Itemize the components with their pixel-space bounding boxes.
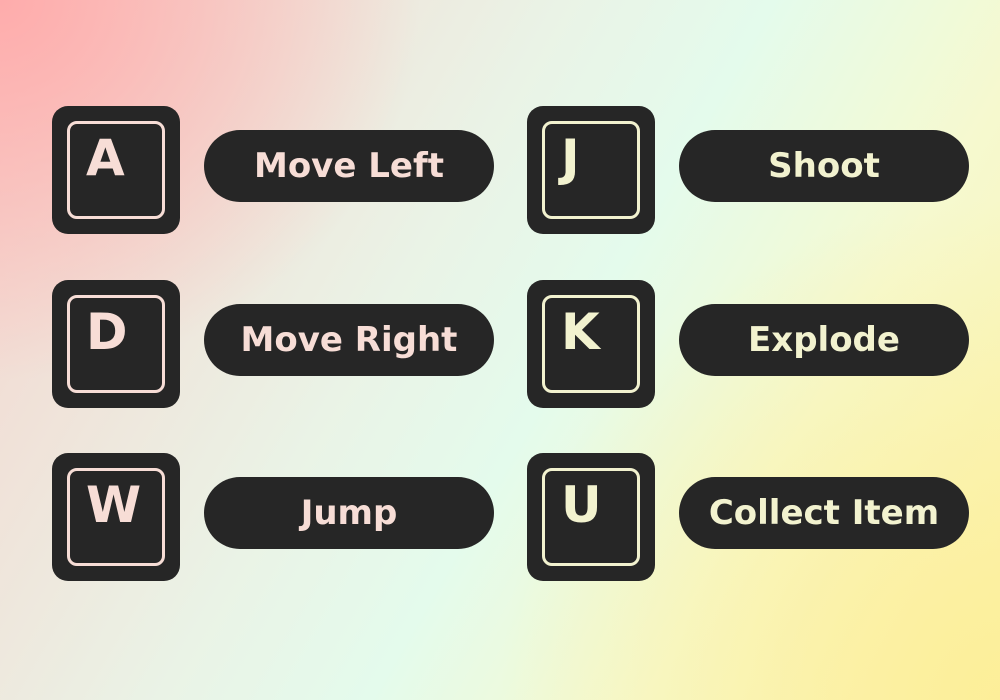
key-k: K	[527, 280, 655, 408]
key-j: J	[527, 106, 655, 234]
key-w: W	[52, 453, 180, 581]
key-letter: A	[86, 129, 125, 187]
action-label-move-left: Move Left	[204, 130, 494, 202]
key-border: D	[67, 295, 165, 393]
key-border: K	[542, 295, 640, 393]
key-u: U	[527, 453, 655, 581]
key-letter: K	[561, 303, 600, 361]
key-border: A	[67, 121, 165, 219]
action-label-explode: Explode	[679, 304, 969, 376]
key-border: J	[542, 121, 640, 219]
key-a: A	[52, 106, 180, 234]
action-label-jump: Jump	[204, 477, 494, 549]
action-label-collect-item: Collect Item	[679, 477, 969, 549]
action-label-shoot: Shoot	[679, 130, 969, 202]
key-letter: U	[561, 476, 602, 534]
key-letter: W	[86, 476, 142, 534]
key-border: U	[542, 468, 640, 566]
key-letter: J	[561, 129, 580, 187]
action-label-move-right: Move Right	[204, 304, 494, 376]
key-border: W	[67, 468, 165, 566]
key-d: D	[52, 280, 180, 408]
key-letter: D	[86, 303, 128, 361]
